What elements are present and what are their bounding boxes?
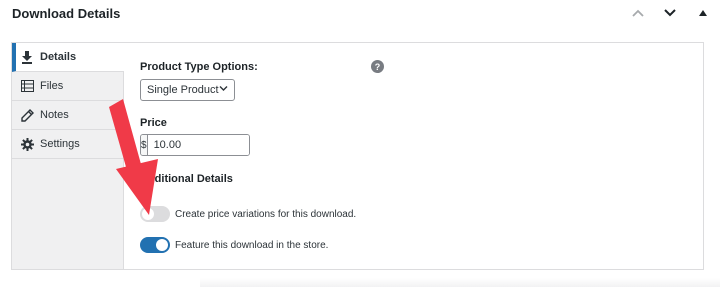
help-icon[interactable]: ? — [371, 60, 384, 73]
toggle-panel-button[interactable] — [692, 4, 714, 22]
page-footer-strip — [200, 278, 720, 287]
feature-download-toggle-row[interactable]: Feature this download in the store. — [140, 236, 328, 254]
tab-label: Files — [40, 80, 64, 92]
list-icon — [20, 79, 34, 93]
toggle-knob — [142, 208, 154, 220]
tab-notes[interactable]: Notes — [12, 101, 123, 130]
tab-files[interactable]: Files — [12, 72, 123, 101]
panel-header: Download Details — [0, 0, 720, 30]
product-type-value: Single Product — [147, 84, 219, 96]
feature-download-toggle[interactable] — [140, 237, 170, 253]
details-content: Product Type Options: ? Single Product P… — [138, 43, 703, 269]
tab-settings[interactable]: Settings — [12, 130, 123, 159]
feature-download-label: Feature this download in the store. — [175, 239, 329, 251]
move-down-button[interactable] — [659, 4, 681, 22]
tab-details[interactable]: Details — [12, 43, 124, 72]
panel-title: Download Details — [12, 6, 121, 21]
move-up-button[interactable] — [627, 4, 649, 22]
toggle-knob — [156, 239, 168, 251]
tab-label: Settings — [40, 138, 80, 150]
product-type-label: Product Type Options: — [140, 61, 258, 73]
chevron-up-icon — [632, 9, 644, 17]
price-label: Price — [140, 117, 167, 129]
price-variations-toggle-row[interactable]: Create price variations for this downloa… — [140, 205, 356, 223]
chevron-down-icon — [664, 9, 676, 17]
price-input[interactable] — [147, 135, 249, 155]
download-details-panel: Details Files Notes Settings Product Typ… — [11, 42, 704, 270]
price-variations-label: Create price variations for this downloa… — [175, 208, 357, 220]
price-field: $ — [140, 134, 250, 156]
product-type-select[interactable]: Single Product — [140, 79, 235, 101]
gear-icon — [20, 137, 34, 151]
price-variations-toggle[interactable] — [140, 206, 170, 222]
pencil-icon — [20, 108, 34, 122]
chevron-down-icon — [219, 86, 228, 91]
tab-label: Details — [40, 51, 77, 63]
download-icon — [20, 50, 34, 64]
tab-list: Details Files Notes Settings — [12, 43, 124, 269]
additional-details-label: Additional Details — [140, 173, 233, 185]
tab-label: Notes — [40, 109, 69, 121]
caret-up-icon — [699, 10, 707, 16]
